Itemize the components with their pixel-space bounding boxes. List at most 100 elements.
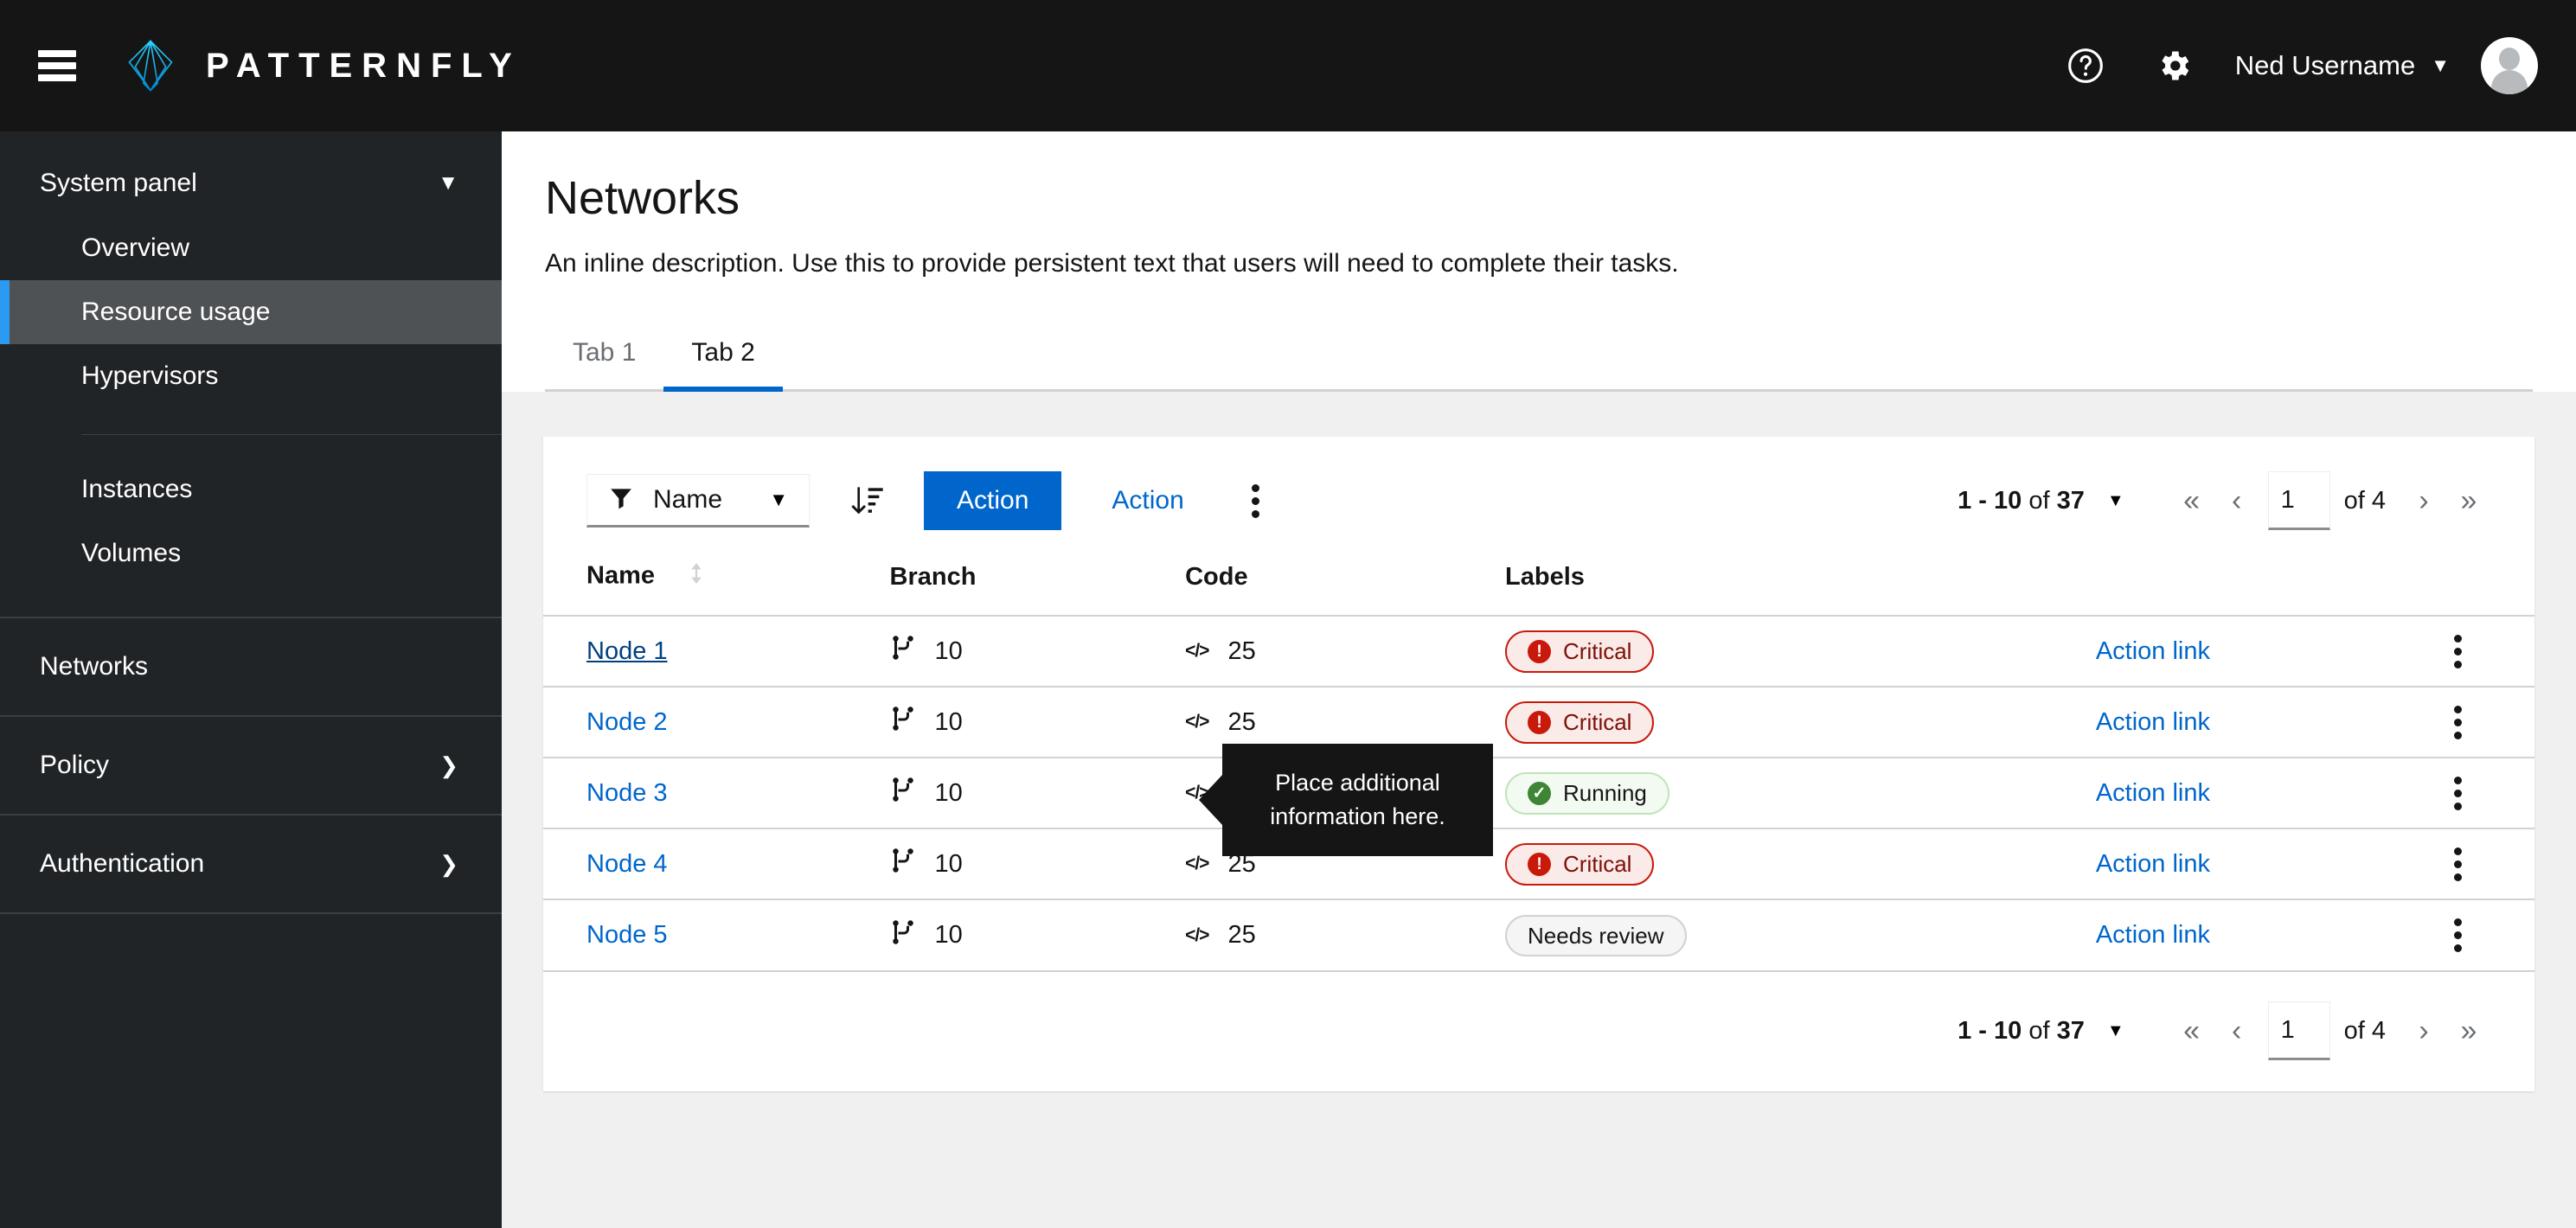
username-label: Ned Username <box>2235 50 2415 81</box>
branch-value: 10 <box>935 637 963 666</box>
sidebar-item-volumes[interactable]: Volumes <box>0 521 502 585</box>
cell-action: Action link <box>2096 687 2432 758</box>
tab-list: Tab 1 Tab 2 <box>545 325 2533 392</box>
branch-value: 10 <box>935 708 963 737</box>
check-circle-icon: ✓ <box>1528 782 1551 805</box>
sidebar-item-networks[interactable]: Networks <box>0 618 502 715</box>
pagination-page-input[interactable] <box>2268 1001 2330 1060</box>
angle-left-icon[interactable]: ‹ <box>2214 1008 2259 1053</box>
row-kebab-icon[interactable] <box>2432 768 2483 818</box>
table-row: Node 510</>25Needs reviewAction link <box>543 899 2534 970</box>
cell-kebab <box>2432 616 2534 687</box>
angle-right-icon[interactable]: › <box>2401 478 2446 523</box>
angle-double-left-icon[interactable]: « <box>2169 478 2214 523</box>
toolbar-kebab-icon[interactable] <box>1231 476 1281 526</box>
code-branch-icon <box>890 919 916 952</box>
sidebar-item-label: Overview <box>81 233 189 263</box>
sidebar-item-instances[interactable]: Instances <box>0 457 502 521</box>
row-action-link[interactable]: Action link <box>2096 921 2210 949</box>
cell-name: Node 1 <box>543 616 890 687</box>
cell-action: Action link <box>2096 758 2432 828</box>
pagination-bottom: 1 - 10 of 37 ▼ « ‹ of 4 › » <box>1958 1001 2491 1060</box>
node-link[interactable]: Node 1 <box>586 637 668 665</box>
cell-code: </>25 <box>1185 616 1505 687</box>
cell-action: Action link <box>2096 899 2432 970</box>
column-header-kebab <box>2432 561 2534 616</box>
row-kebab-icon[interactable] <box>2432 839 2483 889</box>
row-kebab-icon[interactable] <box>2432 697 2483 747</box>
row-kebab-icon[interactable] <box>2432 911 2483 961</box>
sidebar-item-policy[interactable]: Policy ❯ <box>0 717 502 814</box>
sidebar-group-system-panel[interactable]: System panel ▼ <box>0 150 502 216</box>
cell-kebab <box>2432 687 2534 758</box>
help-icon[interactable] <box>2059 39 2112 93</box>
angle-right-icon[interactable]: › <box>2401 1008 2446 1053</box>
row-action-link[interactable]: Action link <box>2096 779 2210 807</box>
cell-action: Action link <box>2096 828 2432 899</box>
cell-labels: !Critical <box>1505 616 2096 687</box>
code-icon: </> <box>1185 641 1208 662</box>
cell-branch: 10 <box>890 616 1186 687</box>
pagination-total: 37 <box>2057 487 2085 515</box>
gear-icon[interactable] <box>2147 39 2201 93</box>
node-link[interactable]: Node 2 <box>586 708 668 736</box>
tab-1[interactable]: Tab 1 <box>545 328 663 392</box>
main-content: Networks An inline description. Use this… <box>502 131 2576 1228</box>
pagination-range: 1 - 10 <box>1958 1017 2022 1045</box>
cell-kebab <box>2432 899 2534 970</box>
page-description: An inline description. Use this to provi… <box>545 249 2533 278</box>
tab-2[interactable]: Tab 2 <box>663 328 782 392</box>
sidebar-divider <box>81 434 502 435</box>
code-value: 25 <box>1227 708 1255 737</box>
cell-labels: !Critical <box>1505 828 2096 899</box>
exclamation-circle-icon: ! <box>1528 853 1551 876</box>
pagination-page-input[interactable] <box>2268 471 2330 530</box>
sidebar-item-authentication[interactable]: Authentication ❯ <box>0 815 502 912</box>
row-kebab-icon[interactable] <box>2432 626 2483 676</box>
cell-branch: 10 <box>890 899 1186 970</box>
filter-select[interactable]: Name ▼ <box>586 474 810 528</box>
angle-double-right-icon[interactable]: » <box>2446 478 2491 523</box>
sidebar-item-hypervisors[interactable]: Hypervisors <box>0 344 502 408</box>
filter-icon <box>608 485 634 515</box>
user-menu[interactable]: Ned Username ▼ <box>2235 50 2450 81</box>
avatar[interactable] <box>2481 37 2538 94</box>
pagination-nav: « ‹ of 4 › » <box>2169 471 2491 530</box>
angle-left-icon[interactable]: ‹ <box>2214 478 2259 523</box>
menu-icon[interactable] <box>38 50 76 81</box>
table-toolbar: Name ▼ Action Action <box>543 437 2534 561</box>
status-badge: !Critical <box>1505 630 1654 673</box>
sort-amount-down-icon[interactable] <box>849 483 884 518</box>
status-badge: !Critical <box>1505 843 1654 886</box>
cell-branch: 10 <box>890 687 1186 758</box>
secondary-action-link[interactable]: Action <box>1089 471 1206 530</box>
sort-both-icon[interactable] <box>684 561 708 592</box>
primary-action-button[interactable]: Action <box>924 471 1061 530</box>
cell-labels: !Critical <box>1505 687 2096 758</box>
row-action-link[interactable]: Action link <box>2096 850 2210 878</box>
node-link[interactable]: Node 4 <box>586 850 668 878</box>
sidebar-item-resource-usage[interactable]: Resource usage <box>0 280 502 344</box>
cell-name: Node 5 <box>543 899 890 970</box>
sidebar-divider <box>0 912 502 914</box>
row-action-link[interactable]: Action link <box>2096 708 2210 736</box>
exclamation-circle-icon: ! <box>1528 711 1551 734</box>
sidebar-item-overview[interactable]: Overview <box>0 216 502 280</box>
angle-double-left-icon[interactable]: « <box>2169 1008 2214 1053</box>
pagination-total: 37 <box>2057 1017 2085 1045</box>
chevron-down-icon: ▼ <box>769 489 788 511</box>
pagination-options-chevron-down-icon[interactable]: ▼ <box>2107 1021 2124 1041</box>
row-action-link[interactable]: Action link <box>2096 637 2210 665</box>
table-footer: 1 - 10 of 37 ▼ « ‹ of 4 › » <box>543 970 2534 1091</box>
angle-double-right-icon[interactable]: » <box>2446 1008 2491 1053</box>
status-label: Needs review <box>1528 924 1664 947</box>
node-link[interactable]: Node 5 <box>586 921 668 949</box>
branch-value: 10 <box>935 779 963 808</box>
node-link[interactable]: Node 3 <box>586 779 668 807</box>
avatar-body <box>2491 70 2528 94</box>
brand-text: PATTERNFLY <box>206 47 522 86</box>
brand[interactable]: PATTERNFLY <box>121 36 522 95</box>
status-badge: !Critical <box>1505 701 1654 744</box>
column-header-name[interactable]: Name <box>543 561 890 616</box>
pagination-options-chevron-down-icon[interactable]: ▼ <box>2107 491 2124 511</box>
